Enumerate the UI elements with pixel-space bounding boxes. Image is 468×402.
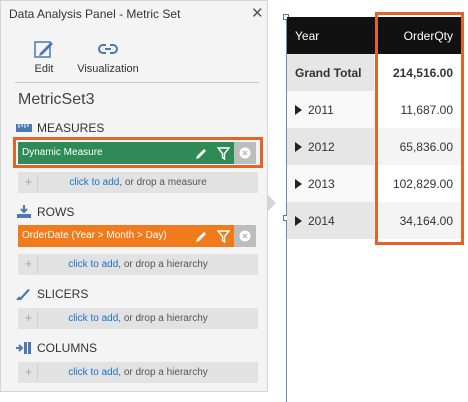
measures-add-link[interactable]: click to add [69, 177, 119, 188]
remove-row-button[interactable] [234, 225, 256, 247]
close-circle-icon [239, 230, 251, 242]
rows-drop-zone[interactable]: + click to add, or drop a hierarchy [18, 254, 258, 275]
row-label: 2011 [308, 102, 334, 117]
row-header-2014[interactable]: 2014 [287, 202, 374, 239]
visualization-label: Visualization [77, 63, 139, 75]
column-header-year[interactable]: Year [287, 17, 374, 54]
row-label: 2014 [308, 213, 335, 228]
ruler-icon [16, 124, 32, 132]
expand-arrow-icon[interactable] [295, 178, 302, 189]
slicers-title: SLICERS [37, 287, 89, 301]
slicers-add-link[interactable]: click to add [68, 313, 118, 324]
visualization-icon [98, 44, 118, 54]
columns-drop-hint: , or drop a hierarchy [118, 367, 208, 378]
rows-add-link[interactable]: click to add [68, 259, 118, 270]
divider [15, 82, 259, 83]
measures-drop-hint: , or drop a measure [119, 177, 207, 188]
filter-icon [216, 229, 230, 243]
columns-title: COLUMNS [37, 341, 98, 355]
metric-set-name[interactable]: MetricSet3 [18, 91, 94, 109]
measures-section-header: MEASURES [16, 121, 104, 135]
slicers-drop-zone[interactable]: + click to add, or drop a hierarchy [18, 308, 258, 329]
edit-label: Edit [34, 63, 54, 75]
expand-arrow-icon[interactable] [295, 215, 302, 226]
filter-row-button[interactable] [212, 225, 234, 247]
data-analysis-panel: Data Analysis Panel - Metric Set ✕ Edit … [0, 0, 268, 392]
orderqty-highlight-frame [375, 12, 464, 245]
rows-icon [17, 205, 31, 218]
edit-row-button[interactable] [190, 225, 212, 247]
row-item-label: OrderDate (Year > Month > Day) [22, 230, 167, 241]
slicers-drop-hint: , or drop a hierarchy [118, 313, 208, 324]
expand-arrow-icon[interactable] [295, 141, 302, 152]
expand-arrow-icon[interactable] [295, 104, 302, 115]
row-label: 2013 [308, 176, 335, 191]
close-button[interactable]: ✕ [251, 4, 264, 22]
edit-button[interactable]: Edit [29, 39, 59, 75]
columns-drop-zone[interactable]: + click to add, or drop a hierarchy [18, 362, 258, 383]
panel-title: Data Analysis Panel - Metric Set [9, 7, 181, 21]
pencil-icon [195, 231, 206, 242]
columns-section-header: COLUMNS [16, 341, 97, 355]
measure-highlight-frame [13, 137, 263, 168]
visualization-button[interactable]: Visualization [73, 39, 143, 75]
row-header-2013[interactable]: 2013 [287, 165, 374, 202]
edit-icon [34, 41, 53, 58]
row-header-2012[interactable]: 2012 [287, 128, 374, 165]
row-header-2011[interactable]: 2011 [287, 91, 374, 128]
slicers-section-header: SLICERS [16, 287, 88, 301]
rows-drop-hint: , or drop a hierarchy [118, 259, 208, 270]
row-label: 2012 [308, 139, 335, 154]
grand-total-label: Grand Total [287, 54, 374, 91]
rows-title: ROWS [37, 205, 75, 219]
row-item-orderdate[interactable]: OrderDate (Year > Month > Day) [18, 225, 256, 247]
rows-section-header: ROWS [16, 205, 74, 219]
slicer-knife-icon [16, 289, 30, 301]
columns-icon [16, 342, 31, 354]
measures-drop-zone[interactable]: + click to add, or drop a measure [18, 172, 258, 193]
measures-title: MEASURES [37, 121, 105, 135]
columns-add-link[interactable]: click to add [68, 367, 118, 378]
panel-pointer [268, 195, 276, 211]
